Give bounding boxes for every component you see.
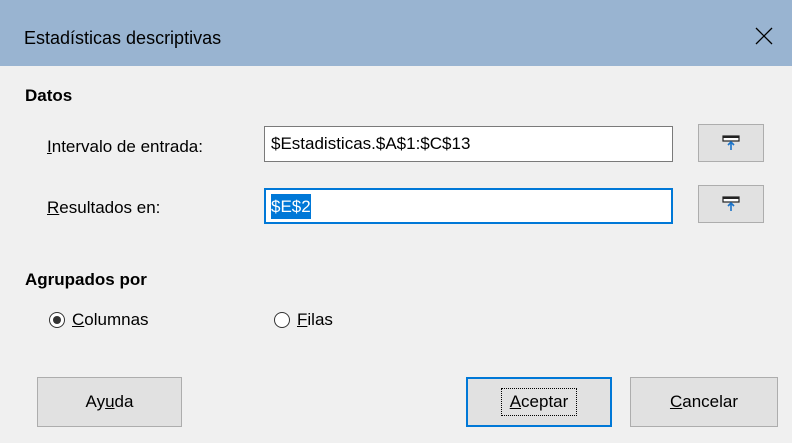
input-range-label: Intervalo de entrada: (47, 137, 203, 157)
title-bar[interactable]: Estadísticas descriptivas (0, 0, 792, 66)
ok-button[interactable]: Aceptar (466, 377, 612, 427)
cancel-rest: ancelar (682, 392, 739, 411)
input-range-shrink-button[interactable] (698, 124, 764, 162)
close-button[interactable] (736, 6, 792, 66)
rows-accel: F (297, 310, 308, 329)
input-range-label-rest: ntervalo de entrada: (51, 137, 203, 156)
columns-radio-label: Columnas (72, 310, 149, 330)
help-accel: u (105, 392, 115, 411)
cancel-button[interactable]: Cancelar (630, 377, 778, 427)
columns-accel: C (72, 310, 85, 329)
columns-radio-option[interactable]: Columnas (49, 310, 149, 330)
rows-rest: ilas (307, 310, 333, 329)
ok-button-label: Aceptar (500, 388, 578, 416)
ok-rest: ceptar (521, 392, 569, 411)
results-shrink-button[interactable] (698, 185, 764, 223)
rows-radio-option[interactable]: Filas (274, 310, 333, 330)
columns-rest: olumnas (84, 310, 149, 329)
results-label-accel: R (47, 198, 60, 217)
input-range-field[interactable]: $Estadisticas.$A$1:$C$13 (264, 126, 673, 162)
columns-radio[interactable] (49, 312, 65, 328)
rows-radio[interactable] (274, 312, 290, 328)
rows-radio-label: Filas (297, 310, 333, 330)
datos-heading: Datos (25, 86, 73, 105)
help-button[interactable]: Ayuda (37, 377, 182, 427)
close-icon (755, 27, 773, 45)
shrink-dialog-icon (722, 135, 740, 150)
results-field[interactable]: $E$2 (264, 188, 673, 224)
grouped-by-heading: Agrupados por (25, 270, 147, 289)
shrink-dialog-icon (722, 196, 740, 211)
radio-selected-dot (53, 316, 61, 324)
help-post: da (114, 392, 134, 411)
help-button-label: Ayuda (86, 392, 134, 412)
results-value: $E$2 (271, 194, 311, 219)
ok-accel: A (509, 392, 522, 411)
dialog-title: Estadísticas descriptivas (24, 28, 222, 48)
input-range-value: $Estadisticas.$A$1:$C$13 (271, 134, 471, 153)
help-pre: Ay (85, 392, 106, 411)
results-label: Resultados en: (47, 198, 160, 218)
descriptive-statistics-dialog: Estadísticas descriptivas Datos Interval… (0, 0, 792, 443)
results-label-rest: esultados en: (59, 198, 161, 217)
cancel-button-label: Cancelar (670, 392, 738, 412)
cancel-accel: C (669, 392, 683, 411)
